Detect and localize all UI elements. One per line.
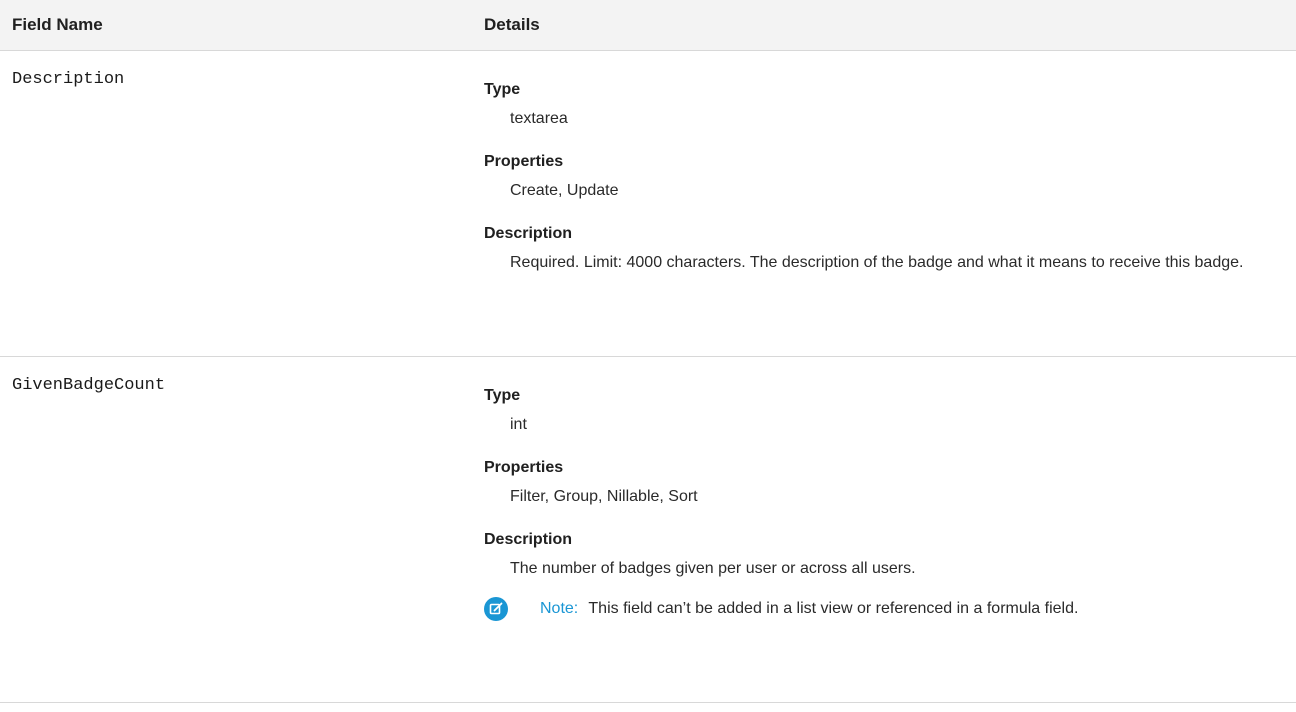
properties-block: Properties Filter, Group, Nillable, Sort — [484, 457, 1284, 511]
note-text: This field can’t be added in a list view… — [588, 600, 1079, 617]
field-details: Type int Properties Filter, Group, Nilla… — [484, 385, 1284, 623]
description-label: Description — [484, 531, 573, 548]
type-block: Type int — [484, 385, 1284, 439]
note-callout: Note: This field can’t be added in a lis… — [484, 595, 1296, 623]
description-block: Description Required. Limit: 4000 charac… — [484, 223, 1284, 277]
properties-label: Properties — [484, 459, 564, 476]
type-value: textarea — [510, 110, 568, 127]
type-value: int — [510, 416, 527, 433]
properties-block: Properties Create, Update — [484, 151, 1284, 205]
type-label: Type — [484, 387, 521, 404]
description-value: The number of badges given per user or a… — [510, 560, 916, 577]
properties-label: Properties — [484, 153, 564, 170]
table-row: Description Type textarea Properties Cre… — [0, 51, 1296, 357]
properties-value: Create, Update — [510, 182, 619, 199]
description-block: Description The number of badges given p… — [484, 529, 1284, 623]
field-details: Type textarea Properties Create, Update … — [484, 79, 1284, 277]
note-edit-icon — [484, 597, 508, 621]
field-name: GivenBadgeCount — [12, 376, 166, 395]
description-value: Required. Limit: 4000 characters. The de… — [510, 254, 1244, 271]
field-name: Description — [12, 70, 125, 89]
header-field-name: Field Name — [12, 15, 103, 34]
note-label: Note: — [540, 600, 579, 617]
type-block: Type textarea — [484, 79, 1284, 133]
type-label: Type — [484, 81, 521, 98]
field-table: Field Name Details Description Type text… — [0, 0, 1296, 703]
table-row: GivenBadgeCount Type int Properties Filt… — [0, 357, 1296, 703]
properties-value: Filter, Group, Nillable, Sort — [510, 488, 698, 505]
header-details: Details — [484, 15, 540, 34]
table-header: Field Name Details — [0, 0, 1296, 51]
description-label: Description — [484, 225, 573, 242]
